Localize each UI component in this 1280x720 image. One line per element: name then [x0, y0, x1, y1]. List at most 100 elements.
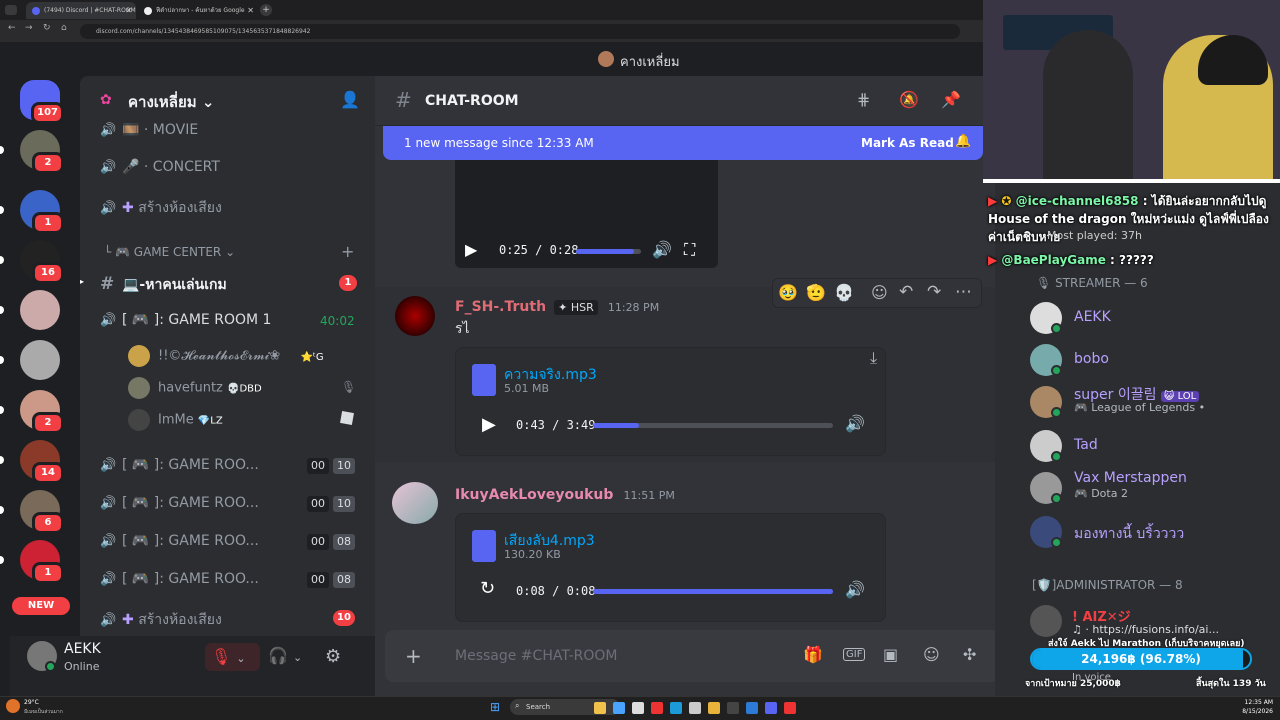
headphones-button[interactable]: 🎧 ⌄ — [268, 646, 302, 665]
server-icon[interactable]: 14 — [20, 440, 64, 484]
address-bar[interactable]: discord.com/channels/1345438469585109075… — [80, 24, 960, 39]
folder-icon[interactable] — [708, 702, 720, 714]
discord-icon[interactable] — [765, 702, 777, 714]
gamepad-icon: 🎮 — [1074, 487, 1088, 500]
voice-channel-game-room[interactable]: 🔊 [ 🎮 ]: GAME ROO... — [100, 495, 259, 511]
message-input[interactable]: Message #CHAT-ROOM — [455, 648, 618, 664]
mark-as-read-button[interactable]: Mark As Read — [861, 136, 954, 150]
edge-icon[interactable] — [746, 702, 758, 714]
create-voice-channel[interactable]: 🔊 ✚ สร้างห้องเสียง — [100, 197, 222, 219]
server-icon[interactable]: 6 — [20, 490, 64, 534]
add-reaction-icon[interactable]: ☺ — [871, 283, 888, 302]
tab-menu-button[interactable] — [5, 5, 17, 15]
message-author[interactable]: F_SH-.Truth — [455, 299, 546, 315]
voice-channel-movie[interactable]: 🔊 🎞️ · MOVIE — [100, 122, 198, 138]
close-tab-icon[interactable]: ✕ — [125, 2, 132, 19]
more-options-icon[interactable]: ⋯ — [955, 282, 972, 302]
text-channel-find-players[interactable]: # 💻-หาคนเล่นเกม — [100, 274, 227, 296]
avatar[interactable] — [395, 296, 435, 336]
voice-channel-concert[interactable]: 🔊 🎤 · CONCERT — [100, 159, 220, 175]
mute-mic-button[interactable]: 🎙 ⌄ — [205, 643, 260, 671]
avatar[interactable] — [1030, 605, 1062, 637]
emoji-icon[interactable]: ☺ — [923, 645, 940, 664]
category-game-center[interactable]: └ 🎮 GAME CENTER ⌄ — [104, 245, 235, 259]
new-tab-button[interactable]: + — [260, 4, 272, 16]
server-icon[interactable]: 2 — [20, 390, 64, 434]
server-name[interactable]: คางเหลี่ยม ⌄ — [128, 90, 214, 114]
forward-icon[interactable]: ↷ — [927, 282, 941, 302]
reload-icon[interactable]: ↻ — [43, 23, 51, 33]
settings-gear-icon[interactable]: ⚙ — [325, 646, 341, 667]
reply-icon[interactable]: ↶ — [899, 282, 913, 302]
audio-progress-track[interactable] — [593, 423, 833, 428]
voice-channel-game-room-1[interactable]: 🔊 [ 🎮 ]: GAME ROOM 1 — [100, 312, 271, 328]
voice-user[interactable]: ImMe 💎LZ — [128, 409, 223, 431]
voice-channel-game-room[interactable]: 🔊 [ 🎮 ]: GAME ROO... — [100, 457, 259, 473]
add-member-icon[interactable]: 👤 — [340, 90, 360, 109]
windows-start-icon[interactable]: ⊞ — [490, 700, 500, 714]
app-icon[interactable] — [632, 702, 644, 714]
voice-user[interactable]: havefuntz 💀DBD — [128, 377, 262, 399]
server-icon[interactable]: 1 — [20, 540, 64, 584]
terminal-icon[interactable] — [689, 702, 701, 714]
member-name[interactable]: bobo — [1074, 351, 1109, 367]
file-explorer-icon[interactable] — [594, 702, 606, 714]
fullscreen-icon[interactable]: ⛶ — [684, 240, 695, 260]
gift-icon[interactable]: 🎁 — [803, 645, 823, 664]
message-author[interactable]: IkuyAekLoveyoukub — [455, 487, 613, 503]
server-icon[interactable]: 1 — [20, 190, 64, 234]
member-name[interactable]: มองทางนี้ บริ้วววว — [1074, 523, 1184, 545]
gif-icon[interactable]: GIF — [843, 648, 866, 661]
sticker-icon[interactable]: ▣ — [883, 645, 898, 664]
volume-icon[interactable]: 🔊 — [652, 240, 672, 259]
new-messages-bar[interactable]: 1 new message since 12:33 AM Mark As Rea… — [383, 126, 983, 160]
browser-tab-discord[interactable]: (7494) Discord | #CHAT-ROOM ✕ — [26, 2, 136, 19]
volume-icon[interactable]: 🔊 — [845, 414, 865, 433]
voice-channel-game-room[interactable]: 🔊 [ 🎮 ]: GAME ROO... — [100, 571, 259, 587]
voice-user[interactable]: !!©𝓗𝓮𝓪𝓷𝓽𝓱𝓸𝓼𝓔𝓻𝓶𝓲❀ ⭐ᵗG — [128, 345, 324, 367]
weather-temp[interactable]: 29°C — [24, 699, 39, 706]
clock-time[interactable]: 12:35 AM — [1213, 699, 1273, 706]
upload-plus-icon[interactable]: + — [405, 644, 422, 668]
create-channel-icon[interactable]: + — [341, 242, 354, 261]
server-icon[interactable]: 2 — [20, 130, 64, 174]
member-name[interactable]: Tad — [1074, 437, 1098, 453]
direct-messages-icon[interactable]: 107 — [20, 80, 64, 124]
chrome-icon[interactable] — [651, 702, 663, 714]
voice-channel-game-room[interactable]: 🔊 [ 🎮 ]: GAME ROO... — [100, 533, 259, 549]
server-icon[interactable]: 16 — [20, 240, 64, 284]
unread-badge: 1 — [339, 275, 357, 291]
play-icon[interactable]: ▶ — [465, 240, 477, 259]
pin-icon[interactable]: 📌 — [941, 90, 961, 109]
app-icon[interactable] — [784, 702, 796, 714]
video-attachment[interactable]: ▶ 0:25 / 0:28 🔊 ⛶ — [455, 160, 718, 268]
browser-tab-google[interactable]: ฟีดำปลากษา - ค้นหาด้วย Google ✕ — [138, 2, 258, 19]
avatar[interactable] — [392, 482, 438, 524]
task-view-icon[interactable] — [613, 702, 625, 714]
reaction-salute-icon[interactable]: 🫡 — [806, 283, 826, 302]
steam-icon[interactable] — [670, 702, 682, 714]
server-icon[interactable] — [20, 290, 60, 330]
replay-icon[interactable]: ↻ — [480, 578, 495, 599]
member-name[interactable]: Vax Merstappen — [1074, 470, 1187, 486]
apps-icon[interactable]: ✣ — [963, 645, 976, 664]
user-name: AEKK — [64, 641, 101, 657]
audio-progress-track[interactable] — [593, 589, 833, 594]
play-icon[interactable]: ▶ — [482, 414, 496, 435]
back-icon[interactable]: ← — [8, 23, 16, 33]
close-tab-icon[interactable]: ✕ — [247, 2, 254, 19]
member-name[interactable]: AEKK — [1074, 309, 1111, 325]
reaction-skull-icon[interactable]: 💀 — [834, 283, 854, 302]
server-icon[interactable] — [20, 340, 60, 380]
volume-icon[interactable]: 🔊 — [845, 580, 865, 599]
reaction-pleading-icon[interactable]: 🥹 — [778, 283, 798, 302]
threads-icon[interactable]: ⋕ — [857, 90, 870, 109]
app-icon[interactable] — [727, 702, 739, 714]
home-icon[interactable]: ⌂ — [61, 23, 67, 33]
message-time: 11:51 PM — [623, 489, 675, 502]
video-progress-track[interactable] — [576, 249, 641, 254]
create-voice-channel[interactable]: 🔊 ✚ สร้างห้องเสียง — [100, 609, 222, 631]
notification-bell-off-icon[interactable]: 🔕 — [899, 90, 919, 109]
download-icon[interactable]: ⤓ — [870, 348, 877, 368]
forward-icon[interactable]: → — [25, 23, 33, 33]
